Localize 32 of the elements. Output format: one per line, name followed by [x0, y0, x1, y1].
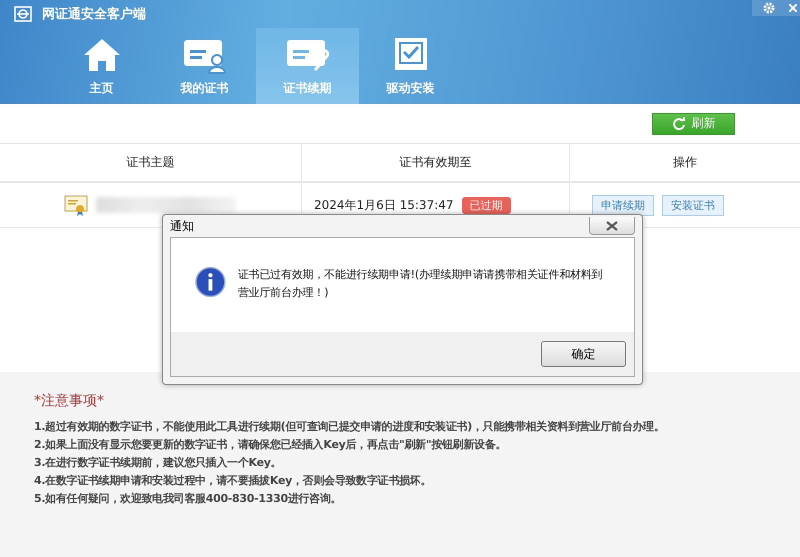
close-button[interactable]	[589, 217, 635, 235]
refresh-button[interactable]: 刷新	[652, 112, 735, 134]
nav-tab[interactable]: 证书续期	[256, 28, 359, 104]
close-button[interactable]	[786, 0, 800, 16]
column-header: 证书主题	[0, 144, 302, 183]
settings-icon	[763, 2, 775, 14]
column-header: 操作	[570, 144, 800, 183]
column-header: 证书有效期至	[302, 144, 570, 183]
dialog-title: 通知	[170, 218, 194, 234]
close-icon	[606, 220, 618, 230]
note-text: 1.超过有效期的数字证书，不能使用此工具进行续期(但可查询已提交申请的进度和安装证书)，只能携带相关资料到营业厅前台办理。	[34, 419, 666, 434]
app-logo-icon	[14, 6, 32, 22]
ok-button[interactable]: 确定	[541, 341, 626, 367]
window-title: 网证通安全客户端	[42, 6, 146, 23]
action-button[interactable]: 申请续期	[592, 194, 654, 216]
settings-button[interactable]	[752, 0, 786, 16]
note-text: 4.在数字证书续期申请和安装过程中，请不要插拔Key，否则会导致数字证书损坏。	[34, 473, 432, 488]
note-text: 5.如有任何疑问，欢迎致电我司客服400-830-1330进行咨询。	[34, 491, 342, 506]
nav-tab[interactable]: 我的证书	[153, 28, 256, 104]
notes-title: *注意事项*	[34, 392, 105, 410]
note-text: 3.在进行数字证书续期前，建议您只插入一个Key。	[34, 455, 282, 470]
dialog-message: 证书已过有效期，不能进行续期申请!(办理续期申请请携带相关证件和材料到营业厅前台办理！)	[238, 267, 604, 301]
expiry-date: 2024年1月6日 15:37:47	[314, 196, 454, 214]
action-button[interactable]: 安装证书	[662, 194, 724, 216]
nav-tab[interactable]: 主页	[50, 28, 153, 104]
close-icon	[789, 4, 797, 12]
refresh-icon	[672, 116, 686, 130]
nav-tab[interactable]: 驱动安装	[359, 28, 462, 104]
status-tag: 已过期	[462, 196, 511, 214]
certificate-icon	[64, 194, 88, 216]
note-text: 2.如果上面没有显示您要更新的数字证书，请确保您已经插入Key后，再点击"刷新"按钮刷新设备。	[34, 437, 508, 452]
info-icon	[195, 266, 226, 298]
